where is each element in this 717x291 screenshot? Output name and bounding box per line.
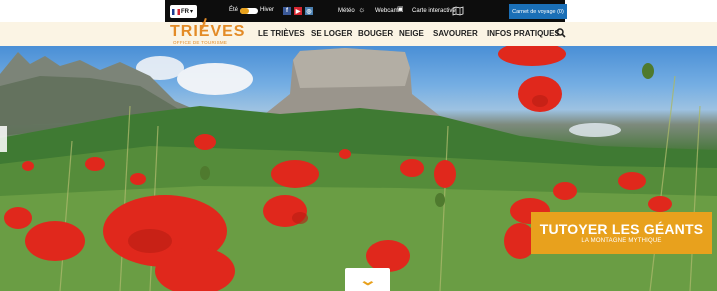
- hero-headline: TUTOYER LES GÉANTS: [539, 221, 704, 237]
- hero-subheadline: LA MONTAGNE MYTHIQUE: [581, 238, 662, 244]
- season-toggle-knob: [240, 8, 249, 14]
- trieves-logo[interactable]: TRIÈVES OFFICE DE TOURISME: [170, 17, 244, 47]
- logo-tagline: OFFICE DE TOURISME: [173, 40, 228, 45]
- language-selector[interactable]: FR ▾: [170, 5, 197, 18]
- language-code: FR: [181, 8, 189, 15]
- sun-icon: ☼: [358, 5, 366, 14]
- interactive-map-link[interactable]: Carte interactive: [412, 8, 456, 14]
- nav-item-infos-pratiques[interactable]: INFOS PRATIQUES: [487, 29, 560, 38]
- hero-landscape: [0, 46, 717, 291]
- nav-item-se-loger[interactable]: SE LOGER: [311, 29, 352, 38]
- chevron-down-icon: ▾: [190, 9, 194, 15]
- chevron-down-icon: ⌄: [358, 271, 377, 288]
- travel-book-button[interactable]: Carnet de voyage (0): [509, 4, 567, 19]
- season-summer-label[interactable]: Été: [229, 7, 238, 13]
- side-panel-tab[interactable]: [0, 126, 7, 152]
- fr-flag-icon: [172, 8, 180, 15]
- nav-item-savourer[interactable]: SAVOURER: [433, 29, 478, 38]
- season-toggle[interactable]: [240, 8, 258, 14]
- hero-image: [0, 46, 717, 291]
- nav-item-neige[interactable]: NEIGE: [399, 29, 424, 38]
- logo-name: TRIÈVES: [170, 23, 246, 40]
- search-icon[interactable]: [556, 28, 566, 38]
- nav-item-bouger[interactable]: BOUGER: [358, 29, 393, 38]
- weather-link[interactable]: Météo: [338, 8, 355, 14]
- instagram-icon[interactable]: ◎: [305, 7, 313, 15]
- season-winter-label[interactable]: Hiver: [260, 7, 274, 13]
- hero-headline-box[interactable]: TUTOYER LES GÉANTS LA MONTAGNE MYTHIQUE: [531, 212, 712, 254]
- youtube-icon[interactable]: ▶: [294, 7, 302, 15]
- webcam-link[interactable]: Webcam: [375, 8, 399, 14]
- nav-item-le-trieves[interactable]: LE TRIÈVES: [258, 29, 305, 38]
- scroll-down-button[interactable]: ⌄: [345, 268, 390, 291]
- facebook-icon[interactable]: f: [283, 7, 291, 15]
- webcam-icon: ▣: [397, 6, 404, 13]
- map-icon: [452, 6, 464, 16]
